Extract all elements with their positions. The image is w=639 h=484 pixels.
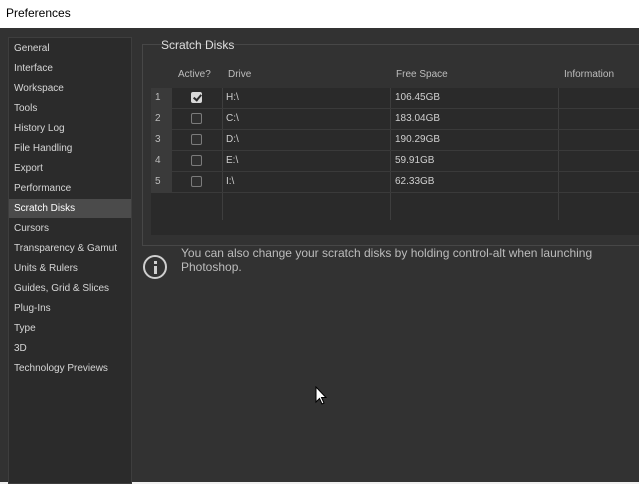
- info-message: You can also change your scratch disks b…: [181, 246, 593, 274]
- sidebar-item-performance[interactable]: Performance: [9, 179, 131, 198]
- active-checkbox[interactable]: [191, 134, 202, 145]
- sidebar-item-interface[interactable]: Interface: [9, 59, 131, 78]
- sidebar-item-export[interactable]: Export: [9, 159, 131, 178]
- sidebar-item-units-rulers[interactable]: Units & Rulers: [9, 259, 131, 278]
- sidebar-item-plug-ins[interactable]: Plug-Ins: [9, 299, 131, 318]
- free-space-cell: 190.29GB: [395, 134, 441, 145]
- drive-cell: H:\: [226, 92, 239, 103]
- free-space-cell: 106.45GB: [395, 92, 441, 103]
- sidebar-item-guides-grid-slices[interactable]: Guides, Grid & Slices: [9, 279, 131, 298]
- table-row[interactable]: 5 I:\ 62.33GB: [151, 172, 639, 193]
- sidebar-item-3d[interactable]: 3D: [9, 339, 131, 358]
- window-title: Preferences: [6, 6, 71, 20]
- sidebar-item-cursors[interactable]: Cursors: [9, 219, 131, 238]
- row-number: 3: [151, 130, 172, 150]
- column-header-information: Information: [564, 69, 615, 80]
- mouse-cursor-icon: [315, 386, 327, 405]
- sidebar-item-file-handling[interactable]: File Handling: [9, 139, 131, 158]
- drive-cell: C:\: [226, 113, 239, 124]
- table-row[interactable]: 4 E:\ 59.91GB: [151, 151, 639, 172]
- row-number: 4: [151, 151, 172, 171]
- free-space-cell: 62.33GB: [395, 176, 435, 187]
- column-header-active: Active?: [178, 69, 211, 80]
- sidebar-item-general[interactable]: General: [9, 39, 131, 58]
- row-number: 2: [151, 109, 172, 129]
- active-checkbox[interactable]: [191, 176, 202, 187]
- free-space-cell: 183.04GB: [395, 113, 441, 124]
- drive-cell: I:\: [226, 176, 235, 187]
- column-header-drive: Drive: [228, 69, 252, 80]
- sidebar-item-tools[interactable]: Tools: [9, 99, 131, 118]
- sidebar-item-history-log[interactable]: History Log: [9, 119, 131, 138]
- sidebar-item-transparency-gamut[interactable]: Transparency & Gamut: [9, 239, 131, 258]
- info-icon: [143, 255, 167, 279]
- title-bar: Preferences: [0, 0, 639, 28]
- table-row[interactable]: 2 C:\ 183.04GB: [151, 109, 639, 130]
- column-header-free-space: Free Space: [396, 69, 448, 80]
- row-number: 5: [151, 172, 172, 192]
- free-space-cell: 59.91GB: [395, 155, 435, 166]
- section-title: Scratch Disks: [161, 38, 235, 52]
- active-checkbox[interactable]: [191, 113, 202, 124]
- sidebar-item-scratch-disks[interactable]: Scratch Disks: [9, 199, 131, 218]
- drive-cell: D:\: [226, 134, 239, 145]
- sidebar-item-type[interactable]: Type: [9, 319, 131, 338]
- row-number: 1: [151, 88, 172, 108]
- sidebar-item-workspace[interactable]: Workspace: [9, 79, 131, 98]
- preferences-dialog: General Interface Workspace Tools Histor…: [0, 28, 639, 484]
- drive-cell: E:\: [226, 155, 239, 166]
- active-checkbox[interactable]: [191, 92, 202, 103]
- preferences-sidebar: General Interface Workspace Tools Histor…: [8, 37, 132, 484]
- sidebar-item-technology-previews[interactable]: Technology Previews: [9, 359, 131, 378]
- table-row[interactable]: 1 H:\ 106.45GB: [151, 88, 639, 109]
- active-checkbox[interactable]: [191, 155, 202, 166]
- table-row[interactable]: 3 D:\ 190.29GB: [151, 130, 639, 151]
